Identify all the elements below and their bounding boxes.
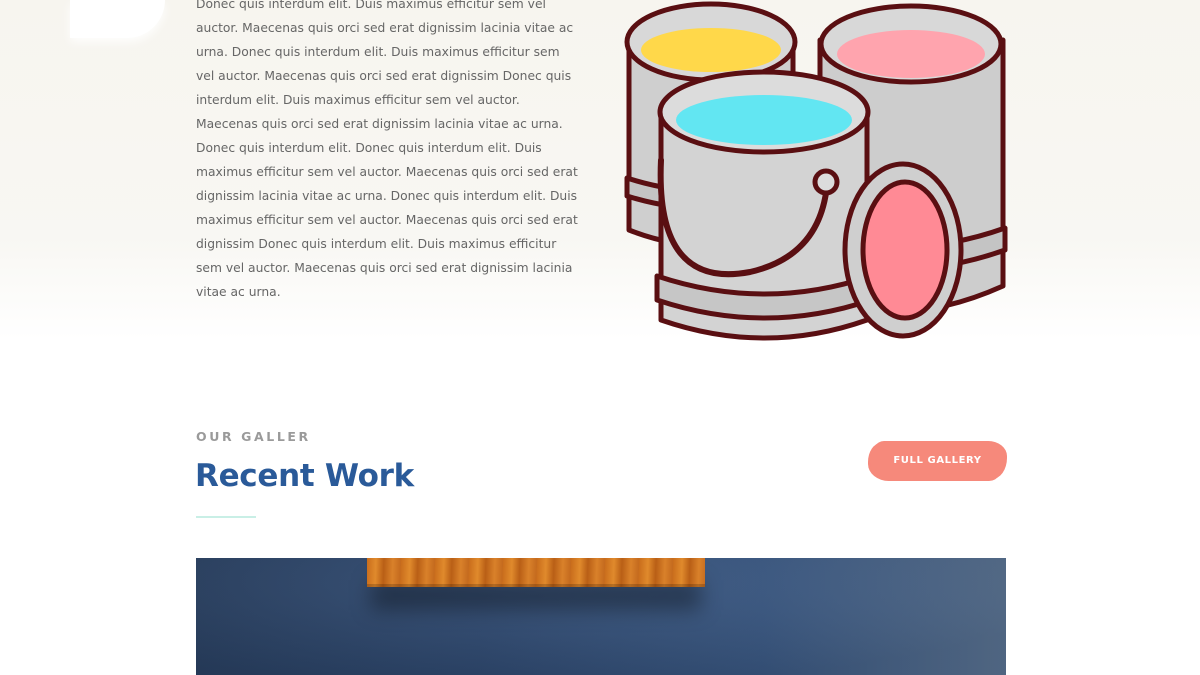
blue-paint [676,95,852,145]
yellow-paint [641,28,781,72]
intro-section [0,0,1200,340]
paint-lid-inner [860,179,950,321]
full-gallery-button[interactable]: FULL GALLERY [870,441,1005,481]
section-eyebrow: OUR GALLER [196,429,311,444]
section-title: Recent Work [195,458,414,494]
paint-buckets-icon [624,1,1008,341]
handle-hinge [812,168,840,196]
full-gallery-label: FULL GALLERY [893,455,982,466]
wooden-shelf [367,558,705,587]
pink-paint [837,30,985,78]
recent-work-image[interactable] [196,558,1006,675]
intro-paragraph: Donec quis interdum elit. Duis maximus e… [196,0,578,299]
title-underline [196,516,256,518]
